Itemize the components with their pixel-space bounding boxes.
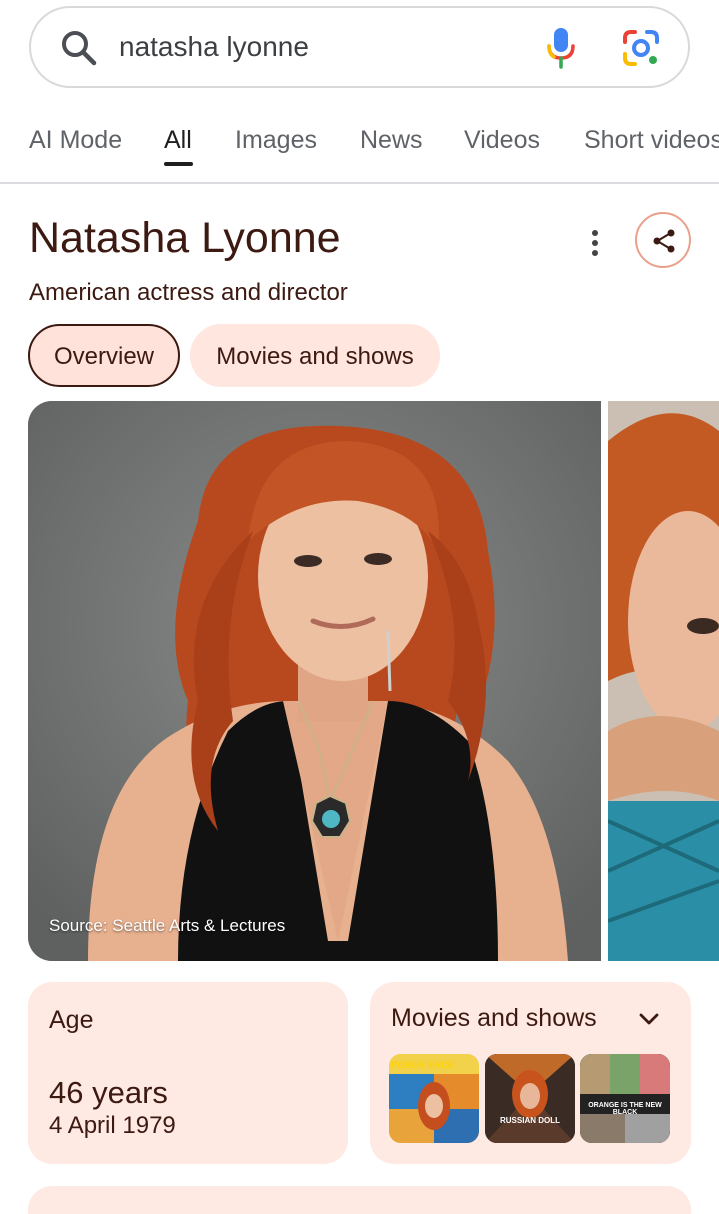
movies-card[interactable]: Movies and shows POKER FACE RUSSIAN DOLL xyxy=(370,982,691,1164)
tab-short-videos[interactable]: Short videos xyxy=(584,126,719,155)
google-lens-icon[interactable] xyxy=(621,28,661,68)
chevron-down-icon[interactable] xyxy=(636,1006,662,1032)
movies-card-label: Movies and shows xyxy=(391,1004,597,1032)
search-input[interactable]: natasha lyonne xyxy=(119,8,309,86)
tab-news[interactable]: News xyxy=(360,126,423,155)
more-options-icon[interactable] xyxy=(580,228,610,258)
movie-thumbnail[interactable]: ORANGE IS THE NEW BLACK xyxy=(580,1054,670,1143)
share-button[interactable] xyxy=(635,212,691,268)
chip-movies-and-shows[interactable]: Movies and shows xyxy=(190,324,440,387)
next-card[interactable] xyxy=(28,1186,691,1214)
age-label: Age xyxy=(49,1006,94,1034)
secondary-portrait-illustration xyxy=(608,401,719,961)
share-icon xyxy=(653,229,675,253)
movie-thumbnail[interactable]: POKER FACE xyxy=(389,1054,479,1143)
movie-thumbnail-title: ORANGE IS THE NEW BLACK xyxy=(588,1102,662,1116)
age-value: 46 years xyxy=(49,1075,168,1110)
tab-images[interactable]: Images xyxy=(235,126,317,155)
active-tab-indicator xyxy=(164,162,193,166)
microphone-icon[interactable] xyxy=(541,26,581,70)
tab-ai-mode[interactable]: AI Mode xyxy=(29,126,122,155)
photo-source-caption: Source: Seattle Arts & Lectures xyxy=(49,916,286,935)
secondary-photo[interactable] xyxy=(608,401,719,961)
tab-all[interactable]: All xyxy=(164,126,192,155)
portrait-illustration xyxy=(28,401,601,961)
entity-subtitle: American actress and director xyxy=(29,279,348,306)
birth-date: 4 April 1979 xyxy=(49,1112,176,1139)
movie-thumbnail-title: RUSSIAN DOLL xyxy=(500,1116,560,1125)
poster-illustration xyxy=(580,1054,670,1143)
poster-illustration xyxy=(485,1054,575,1143)
search-bar[interactable]: natasha lyonne xyxy=(29,6,690,88)
entity-title: Natasha Lyonne xyxy=(29,214,341,262)
movie-thumbnail-title: POKER FACE xyxy=(391,1060,455,1070)
age-card[interactable]: Age 46 years 4 April 1979 xyxy=(28,982,348,1164)
main-photo[interactable]: Source: Seattle Arts & Lectures xyxy=(28,401,601,961)
search-icon xyxy=(62,31,97,66)
chip-overview[interactable]: Overview xyxy=(28,324,180,387)
movie-thumbnail[interactable]: RUSSIAN DOLL xyxy=(485,1054,575,1143)
search-tabs: AI Mode All Images News Videos Short vid… xyxy=(0,110,719,184)
tab-videos[interactable]: Videos xyxy=(464,126,540,155)
